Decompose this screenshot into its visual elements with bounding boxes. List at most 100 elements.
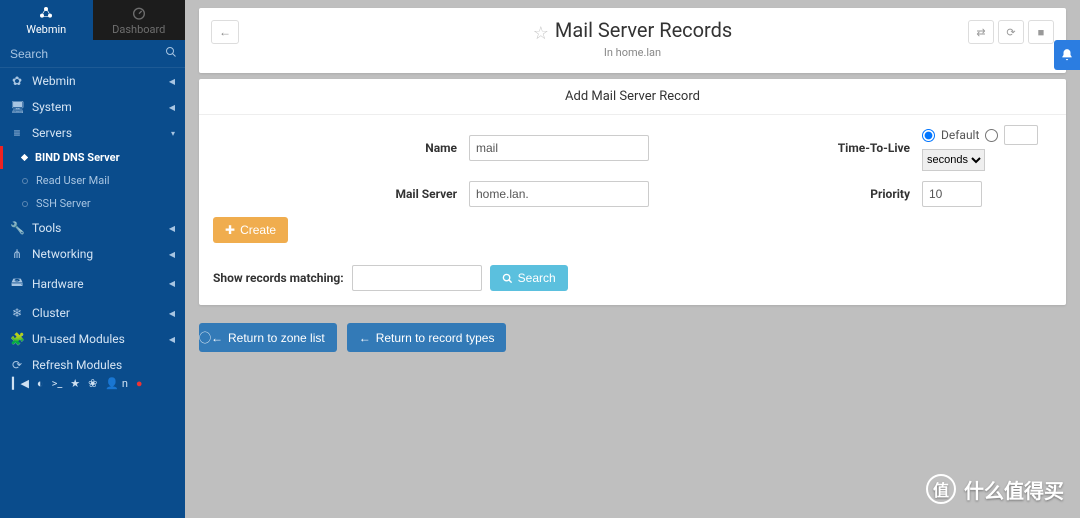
- servers-submenu: BIND DNS Server Read User Mail SSH Serve…: [0, 146, 185, 215]
- tab-webmin-label: Webmin: [26, 23, 66, 36]
- plus-icon: ✚: [225, 223, 235, 237]
- system-icon: 🖥: [10, 100, 24, 114]
- ttl-value-input[interactable]: [1004, 125, 1038, 145]
- return-records-button[interactable]: ← Return to record types: [347, 323, 507, 352]
- watermark-text: 什么值得买: [964, 475, 1064, 504]
- sidebar-bottom-icons: ▎◀ ◐ >_ ★ ❀ 👤 n ●: [0, 369, 185, 398]
- user-label: n: [122, 377, 128, 390]
- arrow-left-circle-icon: ⃝←: [211, 329, 223, 346]
- sidebar: Webmin Dashboard ✿Webmin◀ 🖥System◀ ≡Serv…: [0, 0, 185, 518]
- form-grid: Name Time-To-Live Default seconds Mail S…: [199, 115, 1066, 217]
- sub-item-read-mail[interactable]: Read User Mail: [0, 169, 185, 192]
- title-wrap: ☆ Mail Server Records In home.lan: [211, 18, 1054, 59]
- form-panel: Add Mail Server Record Name Time-To-Live…: [199, 79, 1066, 305]
- bullet-icon: [22, 201, 28, 207]
- search-input[interactable]: [10, 47, 165, 61]
- night-icon[interactable]: ◐: [37, 377, 44, 390]
- records-label: Show records matching:: [213, 271, 344, 285]
- sub-item-bind-dns[interactable]: BIND DNS Server: [0, 146, 185, 169]
- mailserver-label: Mail Server: [213, 187, 463, 201]
- chevron-icon: ◀: [169, 224, 175, 233]
- return-zone-button[interactable]: ⃝← Return to zone list: [199, 323, 337, 352]
- create-label: Create: [240, 223, 276, 237]
- webmin-icon: [38, 5, 54, 21]
- nav-item-hardware[interactable]: 🖴Hardware◀: [0, 267, 185, 300]
- mailserver-input[interactable]: [469, 181, 649, 207]
- page-title: Mail Server Records: [555, 18, 732, 42]
- nav: ✿Webmin◀ 🖥System◀ ≡Servers▾ BIND DNS Ser…: [0, 68, 185, 378]
- chevron-icon: ◀: [169, 77, 175, 86]
- tab-dashboard[interactable]: Dashboard: [93, 0, 186, 40]
- sub-item-ssh[interactable]: SSH Server: [0, 192, 185, 215]
- notifications-bell[interactable]: [1054, 40, 1080, 70]
- records-input[interactable]: [352, 265, 482, 291]
- record-icon[interactable]: ●: [136, 377, 143, 390]
- ttl-label: Time-To-Live: [820, 141, 916, 155]
- chevron-icon: ◀: [169, 279, 175, 288]
- stop-button[interactable]: ■: [1028, 20, 1054, 44]
- watermark: 值 什么值得买: [926, 474, 1064, 504]
- back-button[interactable]: ←: [211, 20, 239, 44]
- star-icon[interactable]: ★: [70, 377, 80, 390]
- search-icon[interactable]: [165, 46, 177, 61]
- return-zone-label: Return to zone list: [228, 331, 325, 345]
- sub-label: BIND DNS Server: [35, 151, 120, 164]
- cluster-icon: ❄: [10, 306, 24, 320]
- header-panel: ← ⇄ ⟳ ■ ☆ Mail Server Records In home.lan: [199, 8, 1066, 73]
- sub-label: Read User Mail: [36, 174, 110, 187]
- return-records-label: Return to record types: [376, 331, 495, 345]
- networking-icon: ⋔: [10, 247, 24, 261]
- collapse-icon[interactable]: ▎◀: [12, 377, 29, 390]
- watermark-icon: 值: [926, 474, 956, 504]
- nav-label: Servers: [32, 126, 72, 140]
- nav-item-system[interactable]: 🖥System◀: [0, 94, 185, 120]
- sidebar-tabs: Webmin Dashboard: [0, 0, 185, 40]
- priority-label: Priority: [820, 187, 916, 201]
- form-actions: ✚ Create Show records matching: Search: [199, 217, 1066, 291]
- nav-label: Networking: [32, 247, 93, 261]
- name-input[interactable]: [469, 135, 649, 161]
- bullet-icon: [22, 178, 28, 184]
- ttl-custom-radio[interactable]: [985, 129, 998, 142]
- nav-label: Un-used Modules: [32, 332, 125, 346]
- search-label: Search: [518, 271, 556, 285]
- tab-dashboard-label: Dashboard: [112, 23, 165, 36]
- tools-icon: 🔧: [10, 221, 24, 235]
- bottom-buttons: ⃝← Return to zone list ← Return to recor…: [199, 323, 1066, 352]
- nav-item-networking[interactable]: ⋔Networking◀: [0, 241, 185, 267]
- terminal-icon[interactable]: >_: [52, 377, 63, 390]
- page-subtitle: In home.lan: [211, 46, 1054, 59]
- ttl-unit-select[interactable]: seconds: [922, 149, 985, 171]
- modules-icon: 🧩: [10, 332, 24, 346]
- nav-label: Cluster: [32, 306, 70, 320]
- arrow-left-icon: ←: [359, 331, 371, 345]
- priority-input[interactable]: [922, 181, 982, 207]
- form-section-title: Add Mail Server Record: [199, 79, 1066, 115]
- nav-item-cluster[interactable]: ❄Cluster◀: [0, 300, 185, 326]
- hardware-icon: 🖴: [10, 273, 24, 294]
- chevron-icon: ◀: [169, 335, 175, 344]
- favorite-star-icon[interactable]: ☆: [533, 23, 549, 44]
- nav-item-webmin[interactable]: ✿Webmin◀: [0, 68, 185, 94]
- tab-webmin[interactable]: Webmin: [0, 0, 93, 40]
- user-icon[interactable]: 👤 n: [105, 377, 128, 390]
- reload-button[interactable]: ⟳: [998, 20, 1024, 44]
- dashboard-icon: [131, 5, 147, 21]
- ttl-default-radio[interactable]: [922, 129, 935, 142]
- create-button[interactable]: ✚ Create: [213, 217, 288, 243]
- nav-item-unused[interactable]: 🧩 Un-used Modules ◀: [0, 326, 185, 352]
- servers-icon: ≡: [10, 126, 24, 140]
- globe-icon[interactable]: ❀: [88, 377, 97, 390]
- search-icon: [502, 273, 513, 284]
- nav-label: Tools: [32, 221, 61, 235]
- shuffle-button[interactable]: ⇄: [968, 20, 994, 44]
- search-button[interactable]: Search: [490, 265, 568, 291]
- nav-label: System: [32, 100, 72, 114]
- nav-item-servers[interactable]: ≡ Servers ▾: [0, 120, 185, 146]
- chevron-down-icon: ▾: [171, 129, 175, 138]
- main-content: ← ⇄ ⟳ ■ ☆ Mail Server Records In home.lan…: [185, 0, 1080, 518]
- nav-label: Webmin: [32, 74, 76, 88]
- records-search-row: Show records matching: Search: [213, 265, 1052, 291]
- sidebar-search: [0, 40, 185, 68]
- nav-item-tools[interactable]: 🔧 Tools ◀: [0, 215, 185, 241]
